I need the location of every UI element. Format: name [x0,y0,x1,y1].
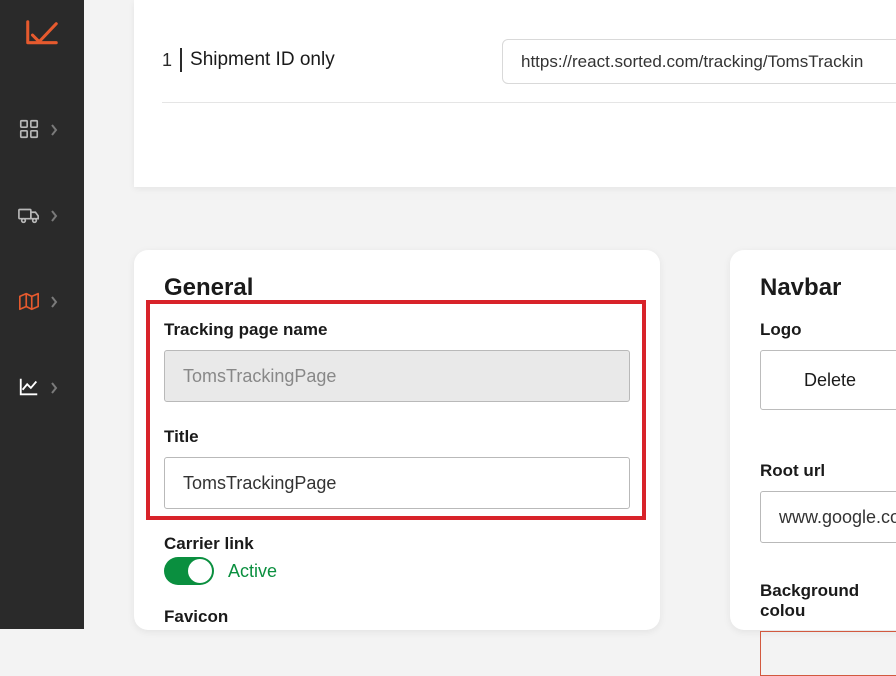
favicon-label: Favicon [164,607,630,627]
navbar-title: Navbar [760,274,896,302]
sidebar-item-tracking[interactable] [0,277,84,325]
row-index: 1 [162,50,172,71]
url-format-panel: 1 Shipment ID only [134,0,896,187]
app-sidebar [0,0,84,629]
map-icon [18,290,40,312]
chevron-right-icon [50,381,58,393]
navbar-card: Navbar Logo Delete Root url Background c… [730,250,896,630]
general-title: General [164,274,630,302]
carrier-link-label: Carrier link [164,534,630,554]
root-url-input[interactable] [760,491,896,543]
row-divider [180,48,182,72]
delete-logo-button[interactable]: Delete [760,350,896,410]
logo-label: Logo [760,320,896,340]
sidebar-item-analytics[interactable] [0,363,84,411]
background-colour-swatch[interactable] [760,631,896,676]
background-colour-label: Background colou [760,581,896,621]
truck-icon [18,204,40,226]
title-label: Title [164,427,630,447]
root-url-label: Root url [760,461,896,481]
tracking-name-label: Tracking page name [164,320,630,340]
sidebar-item-shipping[interactable] [0,191,84,239]
chart-line-icon [18,376,40,398]
toggle-knob [188,559,212,583]
carrier-link-toggle-row: Active [164,557,630,585]
carrier-link-toggle[interactable] [164,557,214,585]
sidebar-item-grid[interactable] [0,105,84,153]
tracking-name-input[interactable] [164,350,630,402]
general-card: General Tracking page name Title Carrier… [134,250,660,630]
grid-icon [18,118,40,140]
logo-check-icon [23,18,61,50]
chevron-right-icon [50,209,58,221]
url-readonly-input[interactable] [502,39,896,84]
carrier-link-status: Active [228,561,277,582]
title-input[interactable] [164,457,630,509]
row-label: Shipment ID only [190,49,335,71]
url-format-row: 1 Shipment ID only [162,48,896,103]
chevron-right-icon [50,123,58,135]
chevron-right-icon [50,295,58,307]
